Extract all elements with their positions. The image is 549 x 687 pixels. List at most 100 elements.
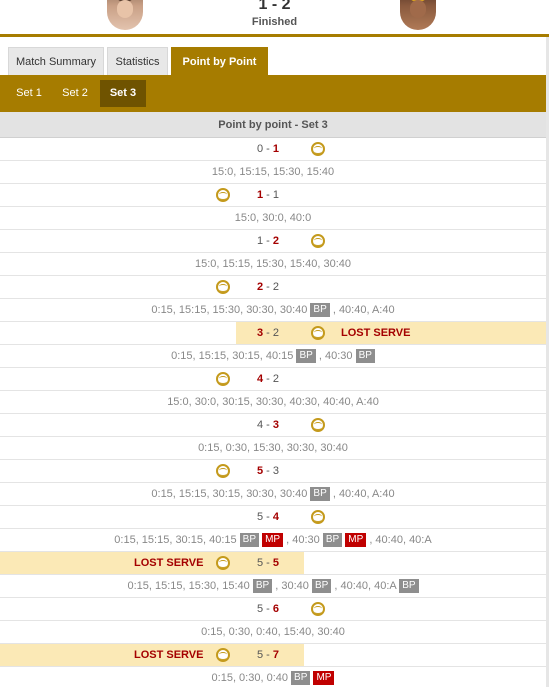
serve-ball-icon bbox=[216, 372, 230, 386]
detail-tabs: Match Summary Statistics Point by Point bbox=[0, 41, 549, 75]
point-scores: , 30:40 bbox=[275, 580, 309, 592]
serve-ball-icon bbox=[311, 418, 325, 432]
point-scores: 15:0, 30:0, 30:15, 30:30, 40:30, 40:40, … bbox=[167, 396, 379, 408]
break-point-badge: BP bbox=[291, 671, 311, 685]
break-point-badge: BP bbox=[252, 579, 273, 593]
serve-ball-icon bbox=[216, 188, 230, 202]
point-sequence-row: 0:15, 15:15, 30:15, 40:15 BP MP , 40:30 … bbox=[0, 529, 546, 552]
match-status: Finished bbox=[251, 16, 298, 28]
point-sequence-row: 15:0, 15:15, 15:30, 15:40, 30:40 bbox=[0, 253, 546, 276]
serve-ball-icon bbox=[311, 234, 325, 248]
score-separator: - bbox=[263, 281, 273, 293]
game-score-row: 2 - 2 bbox=[0, 276, 546, 299]
break-point-badge: BP bbox=[310, 303, 330, 317]
match-point-badge: MP bbox=[313, 671, 335, 685]
away-games: 2 bbox=[272, 281, 280, 293]
point-sequence-row: 15:0, 30:0, 40:0 bbox=[0, 207, 546, 230]
score-separator: - bbox=[263, 649, 273, 661]
point-scores: , 40:30 bbox=[318, 350, 353, 362]
game-score: 5 - 3 bbox=[257, 460, 279, 482]
match-score: 1 - 2 bbox=[258, 0, 291, 13]
away-games: 1 bbox=[272, 143, 280, 155]
serve-ball-icon bbox=[311, 326, 325, 340]
game-score: 1 - 2 bbox=[257, 230, 279, 252]
set-1-button[interactable]: Set 1 bbox=[8, 80, 50, 107]
game-score-row: 3 - 2 LOST SERVE bbox=[0, 322, 546, 345]
break-point-badge: BP bbox=[239, 533, 260, 547]
point-scores: , 40:30 bbox=[286, 534, 320, 546]
away-games: 2 bbox=[272, 373, 280, 385]
away-games: 2 bbox=[272, 327, 280, 339]
face-shape bbox=[410, 0, 426, 18]
game-score: 5 - 6 bbox=[257, 598, 279, 620]
away-games: 4 bbox=[272, 511, 280, 523]
score-separator: - bbox=[263, 603, 273, 615]
point-scores: , 40:40, A:40 bbox=[332, 304, 395, 316]
game-score-row: 5 - 4 bbox=[0, 506, 546, 529]
point-sequence-row: 0:15, 15:15, 30:15, 40:15 BP , 40:30 BP bbox=[0, 345, 546, 368]
set-2-button[interactable]: Set 2 bbox=[54, 80, 96, 107]
serve-ball-icon bbox=[216, 280, 230, 294]
game-score-row: 5 - 7 LOST SERVE bbox=[0, 644, 546, 667]
score-separator: - bbox=[263, 373, 273, 385]
point-scores: 0:15, 0:30, 0:40 bbox=[211, 672, 288, 684]
game-score-row: 0 - 1 bbox=[0, 138, 546, 161]
break-point-badge: BP bbox=[296, 349, 316, 363]
point-scores: 0:15, 15:15, 15:30, 30:30, 30:40 bbox=[151, 304, 308, 316]
game-score-row: 1 - 2 bbox=[0, 230, 546, 253]
game-score: 1 - 1 bbox=[257, 184, 279, 206]
set-3-button[interactable]: Set 3 bbox=[100, 80, 146, 107]
serve-ball-icon bbox=[311, 510, 325, 524]
match-header: 1 - 2 Finished bbox=[0, 0, 549, 34]
tab-point-by-point[interactable]: Point by Point bbox=[171, 47, 268, 75]
match-point-badge: MP bbox=[262, 533, 284, 547]
point-scores: 0:15, 15:15, 30:15, 30:30, 30:40 bbox=[151, 488, 308, 500]
point-scores: , 40:40, A:40 bbox=[332, 488, 395, 500]
point-scores: 15:0, 15:15, 15:30, 15:40 bbox=[211, 166, 335, 178]
away-games: 5 bbox=[272, 557, 280, 569]
match-point-badge: MP bbox=[345, 533, 367, 547]
game-score-row: 1 - 1 bbox=[0, 184, 546, 207]
point-sequence-row: 0:15, 15:15, 15:30, 30:30, 30:40 BP , 40… bbox=[0, 299, 546, 322]
break-point-badge: BP bbox=[355, 349, 375, 363]
point-sequence-row: 0:15, 0:30, 0:40 BP MP bbox=[0, 667, 546, 687]
header-divider bbox=[0, 34, 549, 37]
serve-ball-icon bbox=[311, 142, 325, 156]
score-separator: - bbox=[263, 143, 273, 155]
game-score-row: 5 - 6 bbox=[0, 598, 546, 621]
away-games: 7 bbox=[272, 649, 280, 661]
set-selector: Set 1 Set 2 Set 3 bbox=[0, 75, 546, 112]
game-score: 5 - 5 bbox=[257, 552, 279, 574]
point-scores: , 40:40, 40:A bbox=[334, 580, 397, 592]
point-scores: 15:0, 30:0, 40:0 bbox=[234, 212, 312, 224]
score-separator: - bbox=[263, 557, 273, 569]
tab-statistics[interactable]: Statistics bbox=[107, 47, 168, 75]
game-score: 5 - 4 bbox=[257, 506, 279, 528]
lost-serve-label: LOST SERVE bbox=[341, 327, 411, 339]
break-point-badge: BP bbox=[322, 533, 343, 547]
away-games: 6 bbox=[272, 603, 280, 615]
point-scores: 0:15, 15:15, 30:15, 40:15 bbox=[114, 534, 237, 546]
break-point-badge: BP bbox=[311, 579, 332, 593]
game-score-row: 4 - 2 bbox=[0, 368, 546, 391]
break-point-badge: BP bbox=[399, 579, 419, 593]
away-games: 3 bbox=[272, 419, 280, 431]
game-score: 2 - 2 bbox=[257, 276, 279, 298]
point-sequence-row: 0:15, 0:30, 15:30, 30:30, 30:40 bbox=[0, 437, 546, 460]
game-score-row: 5 - 3 bbox=[0, 460, 546, 483]
point-scores: 0:15, 0:30, 15:30, 30:30, 30:40 bbox=[198, 442, 348, 454]
score-separator: - bbox=[263, 465, 273, 477]
serve-ball-icon bbox=[216, 464, 230, 478]
point-scores: 15:0, 15:15, 15:30, 15:40, 30:40 bbox=[195, 258, 351, 270]
serve-ball-icon bbox=[216, 648, 230, 662]
serve-ball-icon bbox=[311, 602, 325, 616]
tab-match-summary[interactable]: Match Summary bbox=[8, 47, 104, 75]
score-separator: - bbox=[263, 419, 273, 431]
game-score: 5 - 7 bbox=[257, 644, 279, 666]
away-games: 1 bbox=[272, 189, 280, 201]
game-score: 4 - 3 bbox=[257, 414, 279, 436]
break-point-badge: BP bbox=[310, 487, 330, 501]
away-games: 2 bbox=[272, 235, 280, 247]
lost-serve-label: LOST SERVE bbox=[134, 649, 204, 661]
point-sequence-row: 0:15, 0:30, 0:40, 15:40, 30:40 bbox=[0, 621, 546, 644]
